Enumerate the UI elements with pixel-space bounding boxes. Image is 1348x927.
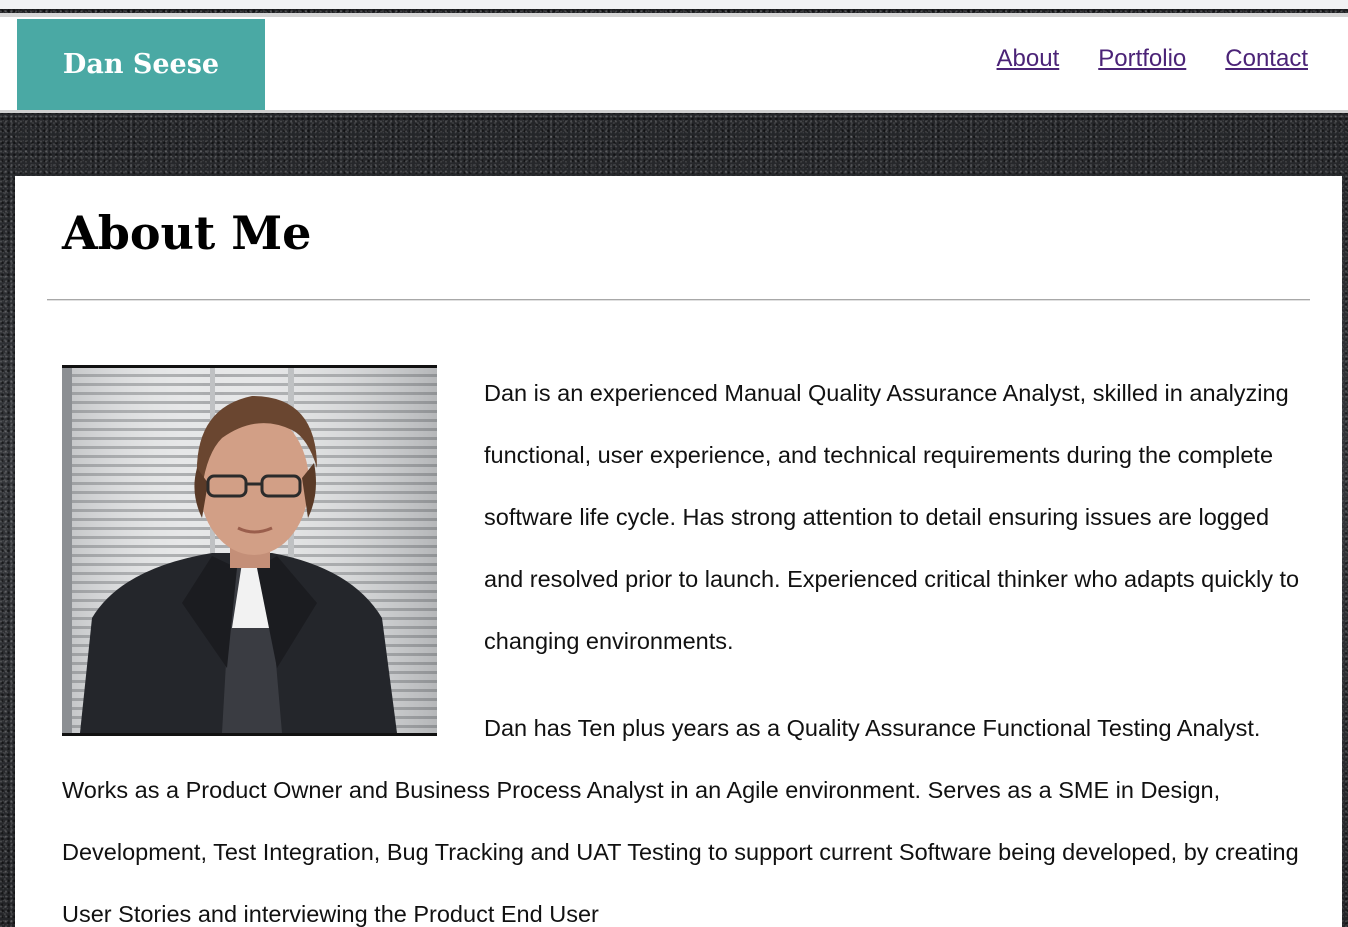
bio-text: Dan is an experienced Manual Quality Ass…: [62, 365, 1312, 927]
page-title: About Me: [62, 206, 312, 260]
nav-link-about[interactable]: About: [997, 45, 1060, 73]
about-card: About Me Dan is an experienced Manual Qu…: [15, 176, 1342, 927]
nav-link-portfolio[interactable]: Portfolio: [1098, 45, 1186, 73]
browser-top-strip: [0, 0, 1348, 9]
brand-logo[interactable]: Dan Seese: [17, 19, 265, 110]
nav-link-contact[interactable]: Contact: [1225, 45, 1308, 73]
site-header: Dan Seese About Portfolio Contact: [0, 13, 1348, 113]
title-divider: [47, 299, 1310, 301]
main-nav: About Portfolio Contact: [997, 45, 1308, 73]
